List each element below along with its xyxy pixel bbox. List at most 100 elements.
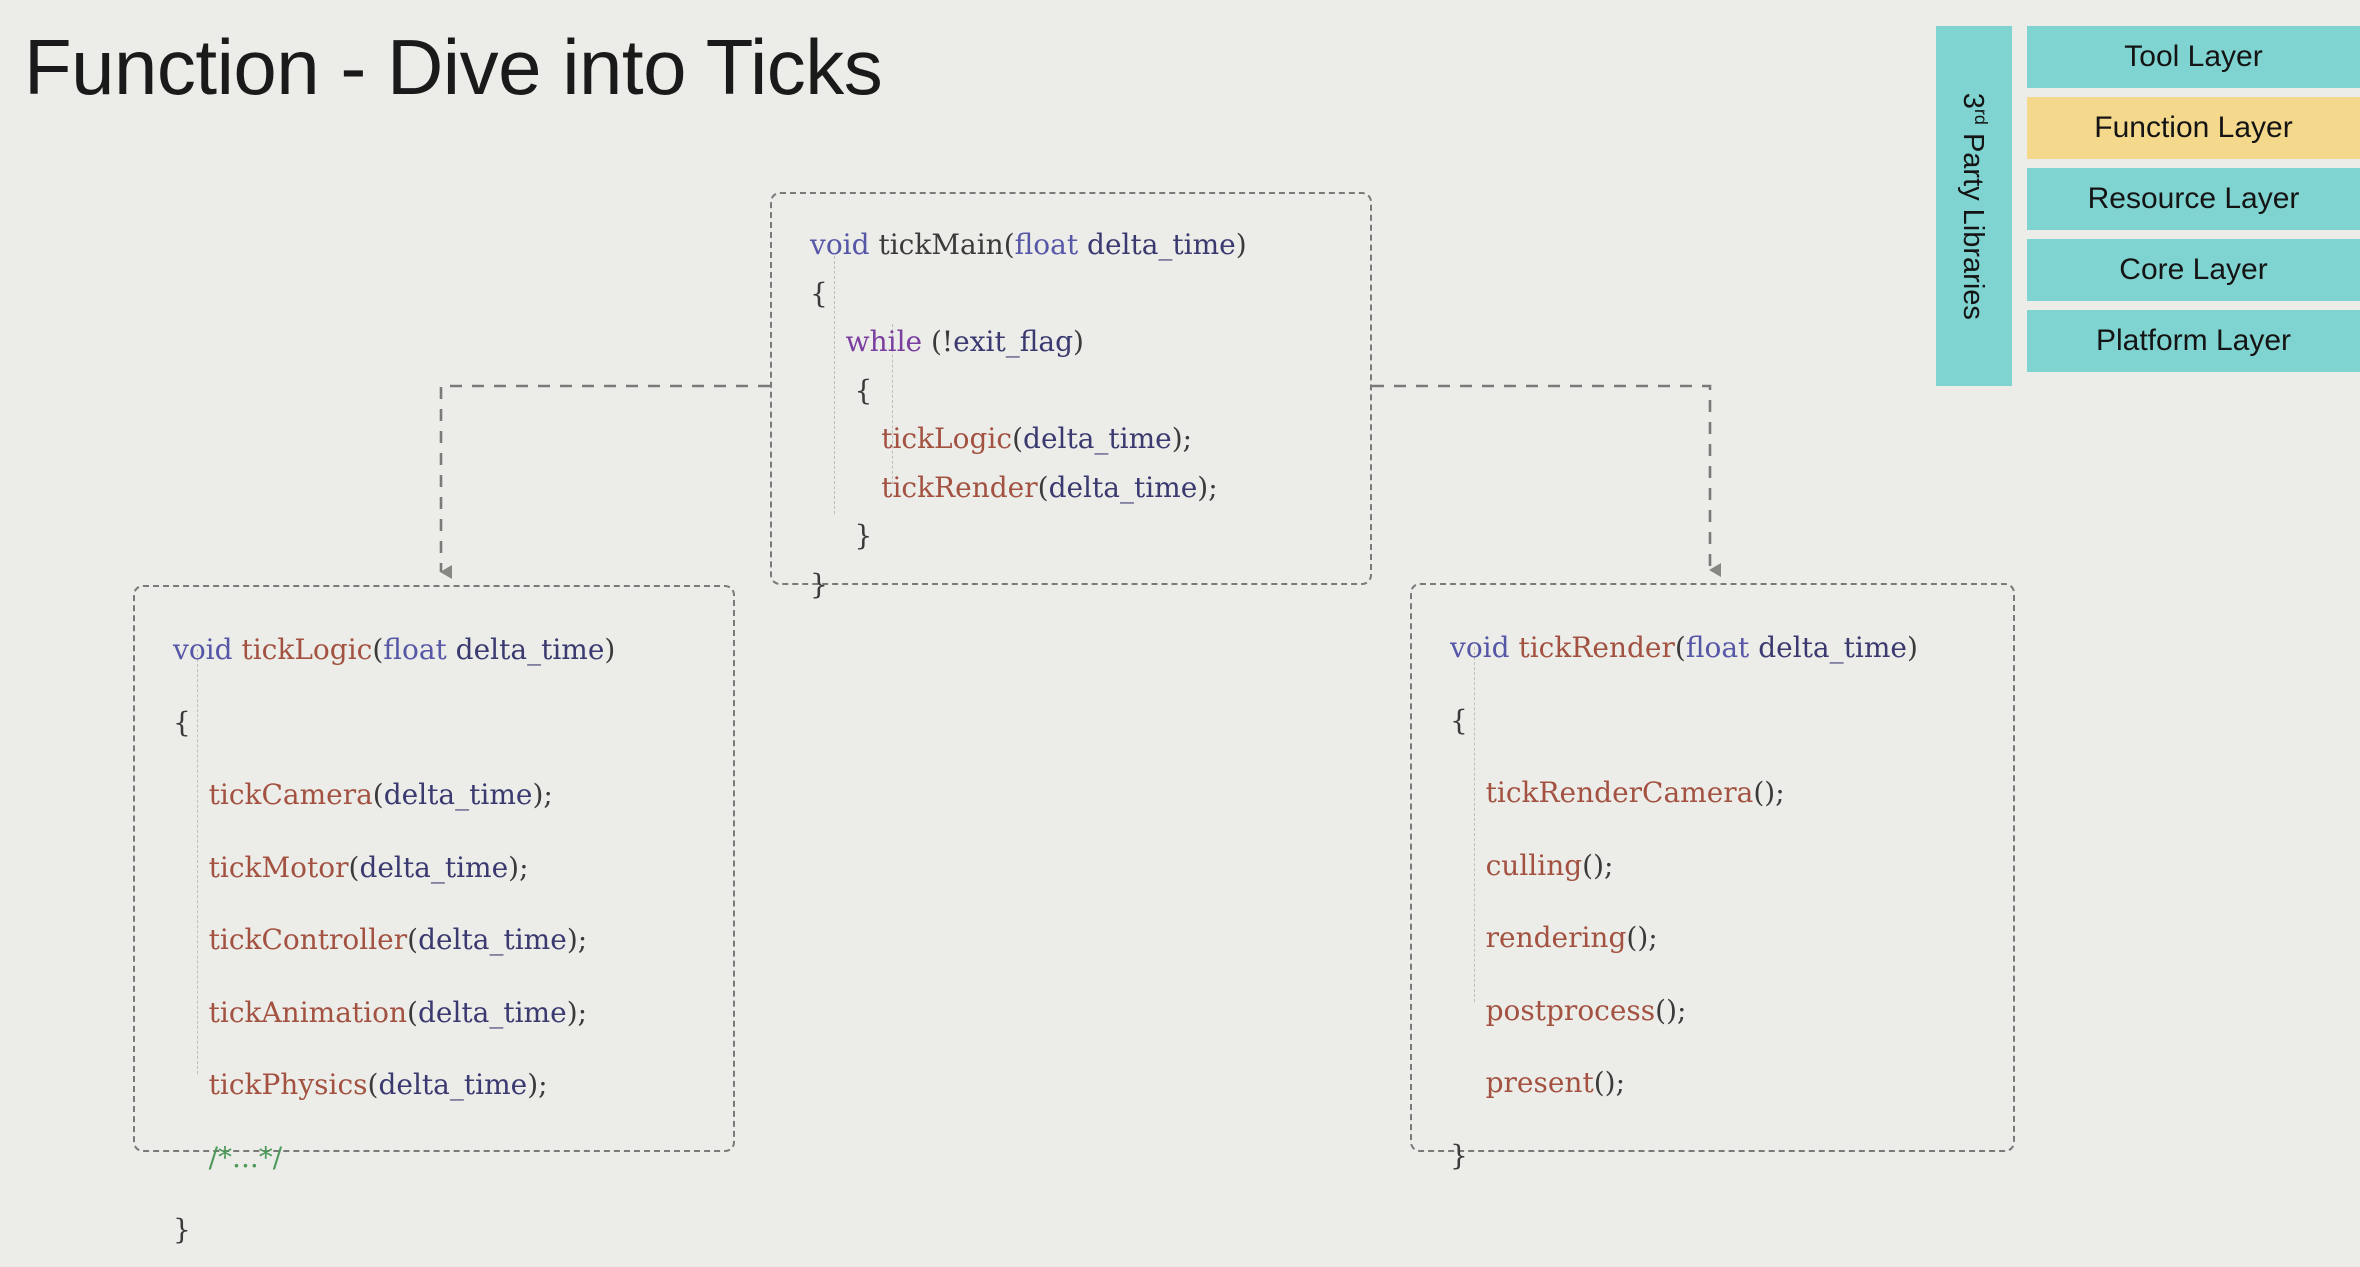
code-token: ();: [1582, 848, 1614, 882]
code-line: while (!exit_flag): [810, 318, 1247, 367]
code-text-ticklogic: void tickLogic(float delta_time){ tickCa…: [173, 614, 615, 1267]
page-title: Function - Dive into Ticks: [24, 23, 883, 111]
code-token: delta_time: [417, 995, 567, 1029]
code-line: tickPhysics(delta_time);: [173, 1049, 615, 1122]
code-token: void: [173, 633, 233, 666]
code-line: void tickMain(float delta_time): [810, 221, 1247, 270]
code-line: void tickRender(float delta_time): [1450, 612, 1918, 685]
code-token: ();: [1655, 993, 1687, 1027]
code-line: /*...*/: [173, 1122, 615, 1195]
code-token: tickMain: [878, 228, 1004, 261]
code-token: (: [1674, 631, 1686, 664]
layer-box-core-layer[interactable]: Core Layer: [2027, 239, 2360, 301]
code-token: );: [508, 850, 529, 884]
code-token: float: [383, 633, 447, 666]
code-text-tickrender: void tickRender(float delta_time) { tickR…: [1450, 612, 1918, 1192]
code-token: ();: [1593, 1066, 1625, 1099]
code-token: ): [1073, 325, 1084, 358]
code-token: (: [367, 1068, 379, 1101]
code-token: );: [566, 923, 588, 956]
code-token: tickLogic: [241, 633, 373, 666]
code-token: delta_time: [455, 633, 605, 666]
third-party-libraries-bar: 3rd Party Libraries: [1936, 26, 2012, 386]
layer-label: Function Layer: [2094, 111, 2293, 144]
code-block-ticklogic: void tickLogic(float delta_time){ tickCa…: [133, 585, 735, 1246]
code-token: {: [173, 705, 191, 739]
code-token: delta_time: [359, 850, 509, 884]
code-line: {: [810, 270, 1247, 319]
layer-label: Core Layer: [2119, 253, 2268, 286]
code-token: }: [1450, 1138, 1468, 1172]
code-token: delta_time: [1023, 422, 1172, 455]
code-token: (: [1012, 422, 1024, 455]
code-token: );: [532, 778, 553, 811]
code-token: }: [810, 567, 828, 601]
code-token: tickAnimation: [208, 995, 408, 1029]
code-token: tickPhysics: [208, 1068, 368, 1101]
code-token: delta_time: [1087, 228, 1236, 261]
code-token: ): [1906, 631, 1918, 664]
code-token: (: [372, 778, 384, 811]
code-token: ();: [1626, 921, 1658, 954]
code-token: /*...*/: [208, 1140, 283, 1174]
connector-tickmain-to-tickrender: [1372, 384, 1721, 577]
code-token: );: [566, 995, 588, 1029]
code-line: {: [173, 687, 615, 760]
code-token: tickMotor: [208, 850, 349, 884]
code-token: rendering: [1485, 921, 1627, 954]
code-token: delta_time: [1758, 631, 1907, 664]
layer-box-platform-layer[interactable]: Platform Layer: [2027, 310, 2360, 372]
code-token: );: [1171, 422, 1193, 455]
code-token: (: [407, 923, 419, 956]
layer-box-tool-layer[interactable]: Tool Layer: [2027, 26, 2360, 88]
code-line: tickCamera(delta_time);: [173, 759, 615, 832]
code-token: ): [604, 633, 616, 666]
code-token: (: [407, 995, 418, 1029]
code-line: rendering();: [1450, 902, 1918, 975]
code-line: tickAnimation(delta_time);: [173, 977, 615, 1050]
layer-box-function-layer[interactable]: Function Layer: [2027, 97, 2360, 159]
code-block-tickrender: void tickRender(float delta_time) { tickR…: [1410, 583, 2015, 1172]
layer-label: Platform Layer: [2095, 324, 2292, 357]
code-line: }: [173, 1194, 615, 1267]
code-token: (: [348, 850, 360, 884]
code-line: {: [810, 367, 1247, 416]
code-token: tickController: [208, 923, 408, 956]
code-token: );: [527, 1068, 548, 1101]
code-token: float: [1685, 631, 1750, 664]
code-token: delta_time: [418, 923, 567, 956]
code-block-tickmain: void tickMain(float delta_time){ while (…: [770, 192, 1372, 601]
code-line: tickRenderCamera();: [1450, 757, 1918, 830]
code-token: delta_time: [1048, 470, 1198, 504]
connector-tickmain-to-ticklogic: [439, 384, 770, 579]
code-line: {: [1450, 685, 1918, 758]
code-token: while: [845, 325, 923, 358]
code-token: (: [372, 633, 384, 666]
code-token: postprocess: [1485, 993, 1656, 1027]
code-token: ();: [1753, 776, 1785, 809]
layer-box-resource-layer[interactable]: Resource Layer: [2027, 168, 2360, 230]
code-token: (: [1003, 228, 1015, 261]
code-text-tickmain: void tickMain(float delta_time){ while (…: [810, 221, 1247, 609]
code-line: }: [810, 512, 1247, 561]
code-line: tickController(delta_time);: [173, 904, 615, 977]
code-line: }: [810, 561, 1247, 610]
code-token: tickLogic: [881, 422, 1013, 455]
code-token: delta_time: [378, 1068, 528, 1101]
code-token: void: [810, 228, 870, 261]
code-token: tickCamera: [208, 778, 373, 811]
